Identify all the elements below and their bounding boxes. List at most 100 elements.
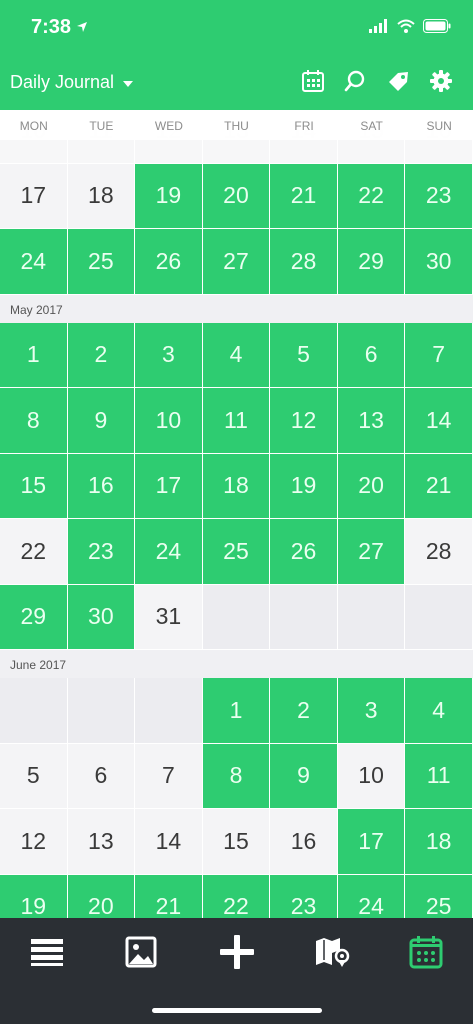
day-cell-with-entry[interactable]: 23 [405, 163, 473, 229]
day-cell-with-entry[interactable]: 18 [405, 809, 473, 875]
weekday-label: MON [19, 119, 48, 133]
day-cell-with-entry[interactable]: 3 [337, 678, 406, 744]
search-button[interactable] [342, 70, 368, 96]
calendar-icon [409, 935, 443, 974]
settings-button[interactable] [428, 69, 454, 98]
week-row: 19 20 21 22 23 24 25 [0, 874, 473, 918]
day-cell-with-entry[interactable]: 20 [337, 453, 406, 519]
day-cell[interactable]: 13 [67, 809, 136, 875]
day-cell-with-entry[interactable]: 15 [0, 453, 68, 519]
day-cell-with-entry[interactable]: 30 [67, 584, 136, 650]
month-label: June 2017 [0, 650, 473, 678]
day-cell-with-entry[interactable]: 3 [135, 322, 203, 388]
day-cell[interactable]: 7 [135, 743, 203, 809]
day-cell-with-entry[interactable]: 18 [202, 453, 271, 519]
day-cell-with-entry[interactable]: 1 [0, 322, 68, 388]
journal-name: Daily Journal [10, 72, 115, 92]
day-cell-with-entry[interactable]: 14 [405, 388, 473, 454]
day-cell[interactable]: 16 [270, 809, 338, 875]
day-cell-with-entry[interactable]: 13 [337, 388, 406, 454]
day-cell-with-entry[interactable]: 23 [67, 519, 136, 585]
empty-day-cell [337, 584, 406, 650]
week-row: 1234567 [0, 322, 473, 388]
journal-selector[interactable]: Daily Journal [10, 72, 134, 93]
day-cell-with-entry[interactable]: 25 [202, 519, 271, 585]
map-icon [314, 936, 350, 973]
day-cell-with-entry[interactable]: 26 [135, 229, 203, 295]
day-cell-with-entry[interactable]: 12 [270, 388, 338, 454]
day-cell[interactable]: 22 [0, 519, 68, 585]
day-cell[interactable]: 28 [405, 519, 473, 585]
day-cell-with-entry[interactable]: 5 [270, 322, 338, 388]
day-cell-with-entry[interactable]: 19 [270, 453, 338, 519]
day-cell[interactable]: 12 [0, 809, 68, 875]
tab-bar [0, 918, 473, 1024]
signal-icon [369, 19, 389, 38]
battery-icon [423, 19, 451, 38]
day-cell[interactable]: 31 [135, 584, 203, 650]
day-cell[interactable]: 18 [67, 163, 136, 229]
day-cell-with-entry[interactable]: 24 [135, 519, 203, 585]
day-cell-with-entry[interactable]: 11 [405, 743, 473, 809]
day-cell[interactable]: 15 [202, 809, 271, 875]
day-cell-with-entry[interactable]: 23 [270, 874, 338, 918]
day-cell-with-entry[interactable]: 9 [67, 388, 136, 454]
empty-day-cell [202, 584, 271, 650]
day-cell-with-entry[interactable]: 17 [135, 453, 203, 519]
day-cell[interactable]: 14 [135, 809, 203, 875]
day-cell-with-entry[interactable]: 10 [135, 388, 203, 454]
day-cell-with-entry[interactable]: 27 [202, 229, 271, 295]
tab-calendar[interactable] [406, 934, 446, 974]
calendar-scroll-area[interactable]: April 2017101112131415161718192021222324… [0, 110, 473, 918]
day-cell-with-entry[interactable]: 24 [0, 229, 68, 295]
tab-new-entry[interactable] [217, 934, 257, 974]
day-cell-with-entry[interactable]: 22 [337, 163, 406, 229]
day-cell-with-entry[interactable]: 26 [270, 519, 338, 585]
day-cell-with-entry[interactable]: 2 [270, 678, 338, 744]
day-cell-with-entry[interactable]: 11 [202, 388, 271, 454]
day-cell-with-entry[interactable]: 21 [135, 874, 203, 918]
tab-photos[interactable] [121, 934, 161, 974]
day-cell-with-entry[interactable]: 8 [202, 743, 271, 809]
day-cell-with-entry[interactable]: 20 [67, 874, 136, 918]
day-cell[interactable]: 6 [67, 743, 136, 809]
day-cell-with-entry[interactable]: 4 [202, 322, 271, 388]
tab-map[interactable] [312, 934, 352, 974]
chevron-down-icon [122, 72, 134, 93]
gear-icon [429, 69, 453, 98]
day-cell-with-entry[interactable]: 8 [0, 388, 68, 454]
day-cell-with-entry[interactable]: 27 [337, 519, 406, 585]
day-cell-with-entry[interactable]: 28 [270, 229, 338, 295]
day-cell-with-entry[interactable]: 16 [67, 453, 136, 519]
calendar-view-button[interactable] [300, 69, 326, 96]
day-cell-with-entry[interactable]: 2 [67, 322, 136, 388]
weekday-label: FRI [294, 119, 314, 133]
day-cell[interactable]: 5 [0, 743, 68, 809]
day-cell-with-entry[interactable]: 7 [405, 322, 473, 388]
day-cell[interactable]: 10 [337, 743, 406, 809]
day-cell[interactable]: 17 [0, 163, 68, 229]
day-cell-with-entry[interactable]: 21 [270, 163, 338, 229]
day-cell-with-entry[interactable]: 25 [67, 229, 136, 295]
day-cell-with-entry[interactable]: 30 [405, 229, 473, 295]
add-icon [219, 934, 255, 975]
day-cell-with-entry[interactable]: 4 [405, 678, 473, 744]
week-row: 22 23 24 25 26 27 28 [0, 519, 473, 585]
day-cell-with-entry[interactable]: 17 [337, 809, 406, 875]
day-cell-with-entry[interactable]: 9 [270, 743, 338, 809]
app-bar: Daily Journal [0, 58, 473, 110]
tab-timeline[interactable] [27, 934, 67, 974]
day-cell-with-entry[interactable]: 1 [202, 678, 271, 744]
day-cell-with-entry[interactable]: 6 [337, 322, 406, 388]
day-cell-with-entry[interactable]: 24 [337, 874, 406, 918]
weekday-label: WED [154, 119, 183, 133]
day-cell-with-entry[interactable]: 22 [202, 874, 271, 918]
day-cell-with-entry[interactable]: 20 [202, 163, 271, 229]
day-cell-with-entry[interactable]: 25 [405, 874, 473, 918]
day-cell-with-entry[interactable]: 21 [405, 453, 473, 519]
day-cell-with-entry[interactable]: 29 [337, 229, 406, 295]
day-cell-with-entry[interactable]: 29 [0, 584, 68, 650]
day-cell-with-entry[interactable]: 19 [135, 163, 203, 229]
tags-button[interactable] [386, 70, 412, 96]
day-cell-with-entry[interactable]: 19 [0, 874, 68, 918]
